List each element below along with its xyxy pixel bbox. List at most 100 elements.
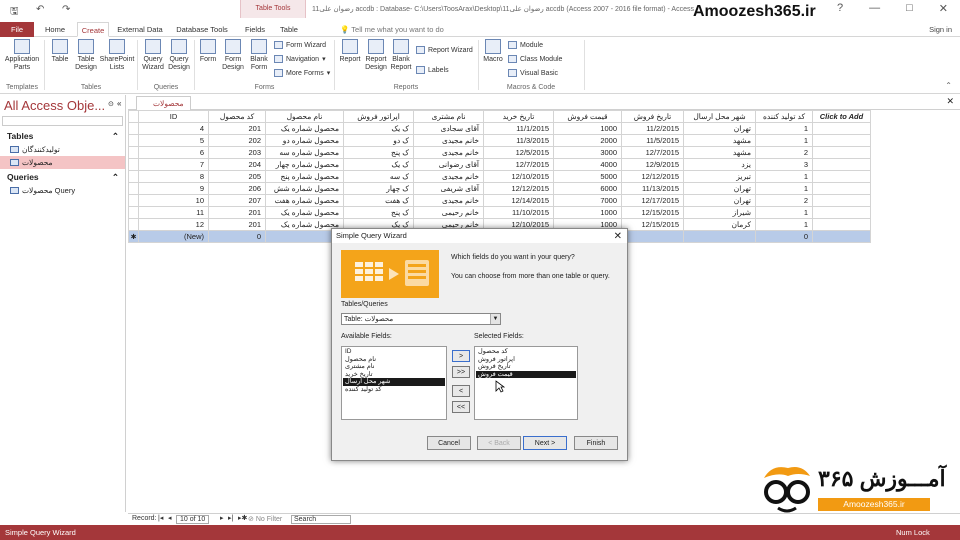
cell-operator[interactable]: ک چهار xyxy=(343,182,414,195)
report-button[interactable]: Report xyxy=(337,39,363,64)
cell-maker[interactable]: 1 xyxy=(755,170,813,183)
maximize-button[interactable]: □ xyxy=(906,2,913,15)
list-item[interactable]: ID xyxy=(343,348,445,356)
cell-sale-date[interactable]: 12/15/2015 xyxy=(621,206,684,219)
cell-id[interactable]: 4 xyxy=(138,122,209,135)
cell-sale-date[interactable]: 11/13/2015 xyxy=(621,182,684,195)
first-record-button[interactable]: |◂ xyxy=(158,514,163,522)
cell-customer[interactable]: خانم مجیدی xyxy=(413,170,484,183)
row-selector[interactable] xyxy=(128,158,139,171)
remove-field-button[interactable]: < xyxy=(452,385,470,397)
row-selector[interactable] xyxy=(128,122,139,135)
cell-buy-date[interactable]: 12/12/2015 xyxy=(483,182,554,195)
cell-buy-date[interactable]: 12/7/2015 xyxy=(483,158,554,171)
cell-id[interactable]: 5 xyxy=(138,134,209,147)
cancel-button[interactable]: Cancel xyxy=(427,436,471,450)
cell-product[interactable]: محصول شماره دو xyxy=(265,134,344,147)
undo-icon[interactable]: ↶ xyxy=(36,4,44,15)
cell-sale-date[interactable]: 12/12/2015 xyxy=(621,170,684,183)
column-header[interactable]: نام مشتری xyxy=(413,110,484,123)
shutter-bar-icon[interactable]: « xyxy=(117,99,121,108)
cell-id[interactable]: 11 xyxy=(138,206,209,219)
cell-city[interactable]: مشهد xyxy=(683,146,756,159)
list-item[interactable]: نام مشتری xyxy=(343,363,445,371)
tables-queries-select[interactable]: Table: محصولات ▼ xyxy=(341,313,501,325)
nav-dropdown-icon[interactable]: ⊙ xyxy=(108,100,114,108)
cell-sale-date[interactable]: 12/9/2015 xyxy=(621,158,684,171)
cell-city[interactable]: کرمان xyxy=(683,218,756,231)
row-selector[interactable] xyxy=(128,134,139,147)
column-header[interactable]: اپراتور فروش xyxy=(343,110,414,123)
cell-id[interactable]: 6 xyxy=(138,146,209,159)
cell-operator[interactable]: ک دو xyxy=(343,134,414,147)
tab-external-data[interactable]: External Data xyxy=(114,22,166,37)
cell-empty[interactable] xyxy=(812,206,871,219)
previous-record-button[interactable]: ◂ xyxy=(168,514,172,522)
list-item[interactable]: شهر محل ارسال xyxy=(343,378,445,386)
close-tab-icon[interactable]: ✕ xyxy=(946,96,954,107)
nav-item-table[interactable]: محصولات xyxy=(0,156,125,169)
report-design-button[interactable]: Report Design xyxy=(363,39,389,72)
cell-maker[interactable]: 1 xyxy=(755,206,813,219)
finish-button[interactable]: Finish xyxy=(574,436,618,450)
cell-buy-date[interactable]: 12/10/2015 xyxy=(483,170,554,183)
cell-code[interactable]: 201 xyxy=(208,206,266,219)
cell-code[interactable]: 203 xyxy=(208,146,266,159)
cell-price[interactable]: 4000 xyxy=(553,158,622,171)
tell-me-input[interactable]: 💡 Tell me what you want to do xyxy=(340,22,444,37)
nav-section-queries[interactable]: Queries ⌃ xyxy=(0,171,125,184)
query-design-button[interactable]: Query Design xyxy=(166,39,192,72)
cell-id[interactable]: 9 xyxy=(138,182,209,195)
cell-buy-date[interactable]: 11/10/2015 xyxy=(483,206,554,219)
row-selector[interactable] xyxy=(128,206,139,219)
cell-empty[interactable] xyxy=(812,146,871,159)
row-selector[interactable] xyxy=(128,218,139,231)
cell-maker[interactable]: 1 xyxy=(755,182,813,195)
cell-city[interactable]: تهران xyxy=(683,182,756,195)
cell-product[interactable]: محصول شماره شش xyxy=(265,182,344,195)
filter-indicator[interactable]: ⊘ No Filter xyxy=(248,515,282,523)
labels-button[interactable]: Labels xyxy=(416,66,449,74)
cell-sale-date[interactable]: 12/17/2015 xyxy=(621,194,684,207)
list-item[interactable]: قیمت فروش xyxy=(476,370,576,379)
cell-id[interactable]: 12 xyxy=(138,218,209,231)
macro-button[interactable]: Macro xyxy=(481,39,505,64)
cell-maker[interactable]: 3 xyxy=(755,158,813,171)
cell-buy-date[interactable]: 12/5/2015 xyxy=(483,146,554,159)
cell-product[interactable]: محصول شماره چهار xyxy=(265,158,344,171)
sign-in-link[interactable]: Sign in xyxy=(929,22,952,37)
cell-sale-date[interactable]: 12/7/2015 xyxy=(621,146,684,159)
selected-fields-list[interactable]: کد محصول اپراتور فروش تاریخ فروش قیمت فر… xyxy=(474,346,578,420)
cell-id[interactable]: (New) xyxy=(138,230,209,243)
table-design-button[interactable]: Table Design xyxy=(74,39,98,72)
cell-customer[interactable]: آقای رضوانی xyxy=(413,158,484,171)
nav-section-tables[interactable]: Tables ⌃ xyxy=(0,130,125,143)
cell-price[interactable]: 5000 xyxy=(553,170,622,183)
remove-all-fields-button[interactable]: << xyxy=(452,401,470,413)
help-icon[interactable]: ? xyxy=(837,2,843,15)
sharepoint-lists-button[interactable]: SharePoint Lists xyxy=(98,39,136,72)
cell-operator[interactable]: ک پنج xyxy=(343,146,414,159)
column-header[interactable]: تاریخ خرید xyxy=(483,110,554,123)
cell-code[interactable]: 201 xyxy=(208,122,266,135)
column-header[interactable]: نام محصول xyxy=(265,110,344,123)
cell-code[interactable]: 0 xyxy=(208,230,266,243)
add-field-button[interactable]: > xyxy=(452,350,470,362)
cell-empty[interactable] xyxy=(812,182,871,195)
cell-city[interactable]: شیراز xyxy=(683,206,756,219)
column-header[interactable]: کد محصول xyxy=(208,110,266,123)
record-search-input[interactable]: Search xyxy=(291,515,351,524)
tab-table[interactable]: Table xyxy=(274,22,304,37)
cell-empty[interactable] xyxy=(812,158,871,171)
back-button[interactable]: < Back xyxy=(477,436,521,450)
list-item[interactable]: کد محصول xyxy=(476,348,576,356)
module-button[interactable]: Module xyxy=(508,41,543,49)
cell-empty[interactable] xyxy=(812,122,871,135)
cell-operator[interactable]: ک یک xyxy=(343,122,414,135)
cell-sale-date[interactable]: 11/5/2015 xyxy=(621,134,684,147)
row-selector[interactable] xyxy=(128,146,139,159)
redo-icon[interactable]: ↷ xyxy=(62,4,70,15)
cell-customer[interactable]: خانم مجیدی xyxy=(413,134,484,147)
list-item[interactable]: تاریخ فروش xyxy=(476,363,576,371)
cell-code[interactable]: 204 xyxy=(208,158,266,171)
